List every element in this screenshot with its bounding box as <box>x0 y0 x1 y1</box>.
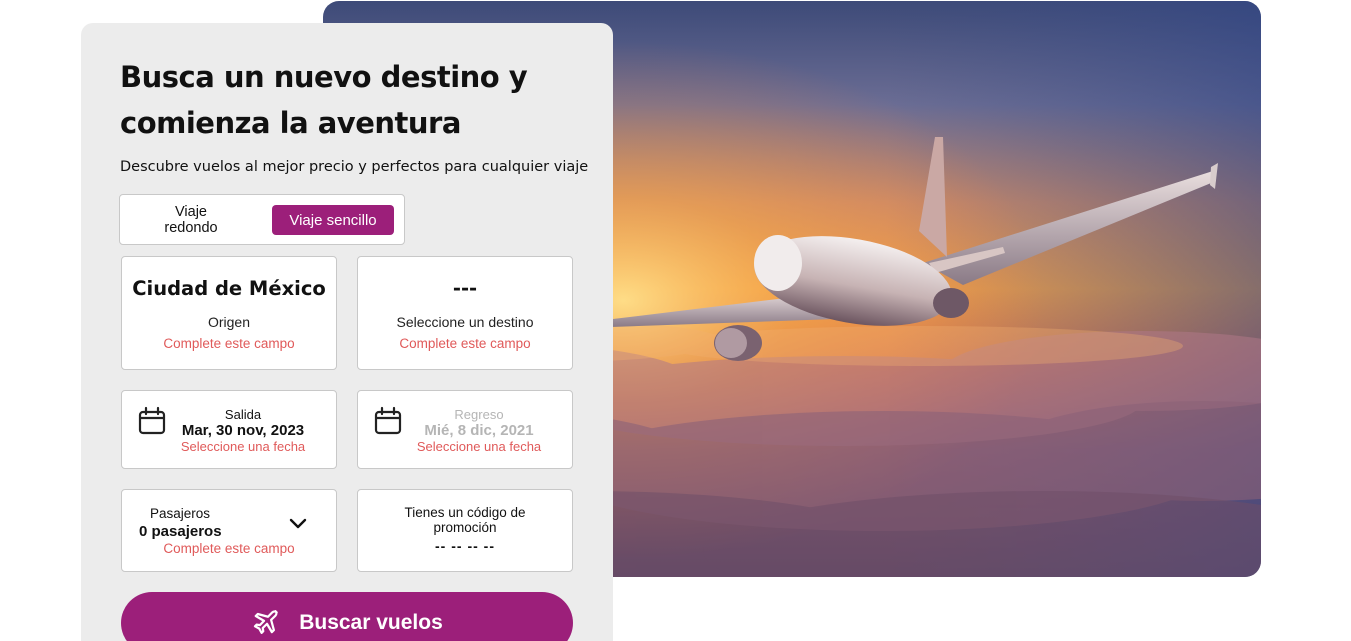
trip-type-toggle: Viaje redondo Viaje sencillo <box>119 194 405 245</box>
destination-field[interactable]: --- Seleccione un destino Complete este … <box>357 256 573 370</box>
return-value: Mié, 8 dic, 2021 <box>424 422 534 439</box>
passengers-value: 0 pasajeros <box>139 523 222 540</box>
passengers-error: Complete este campo <box>163 541 295 556</box>
return-label: Regreso <box>454 407 504 422</box>
departure-error: Seleccione una fecha <box>180 439 306 454</box>
promo-label: Tienes un código de promoción <box>404 505 526 535</box>
origin-field[interactable]: Ciudad de México Origen Complete este ca… <box>121 256 337 370</box>
destination-value: --- <box>452 277 478 300</box>
search-flights-label: Buscar vuelos <box>299 611 443 634</box>
page-subtitle: Descubre vuelos al mejor precio y perfec… <box>120 159 589 175</box>
airplane-icon <box>254 610 278 634</box>
flight-search-panel: Busca un nuevo destino y comienza la ave… <box>81 23 613 641</box>
origin-label: Origen <box>207 314 251 330</box>
return-error: Seleccione una fecha <box>416 439 542 454</box>
promo-value: -- -- -- -- <box>435 538 495 554</box>
departure-label: Salida <box>224 407 262 422</box>
search-flights-button[interactable]: Buscar vuelos <box>121 592 573 641</box>
departure-value: Mar, 30 nov, 2023 <box>181 422 305 439</box>
departure-date-field[interactable]: Salida Mar, 30 nov, 2023 Seleccione una … <box>121 390 337 469</box>
destination-label: Seleccione un destino <box>396 314 534 330</box>
destination-error: Complete este campo <box>399 336 531 351</box>
one-way-option[interactable]: Viaje sencillo <box>272 205 394 235</box>
round-trip-option[interactable]: Viaje redondo <box>150 204 232 236</box>
passengers-field[interactable]: Pasajeros 0 pasajeros Complete este camp… <box>121 489 337 572</box>
origin-value: Ciudad de México <box>132 277 326 300</box>
return-date-field[interactable]: Regreso Mié, 8 dic, 2021 Seleccione una … <box>357 390 573 469</box>
promo-code-field[interactable]: Tienes un código de promoción -- -- -- -… <box>357 489 573 572</box>
origin-error: Complete este campo <box>163 336 295 351</box>
calendar-icon <box>138 406 166 435</box>
page-title: Busca un nuevo destino y comienza la ave… <box>120 60 528 140</box>
calendar-icon <box>374 406 402 435</box>
passengers-label: Pasajeros <box>150 506 211 521</box>
chevron-down-icon[interactable] <box>288 514 308 534</box>
